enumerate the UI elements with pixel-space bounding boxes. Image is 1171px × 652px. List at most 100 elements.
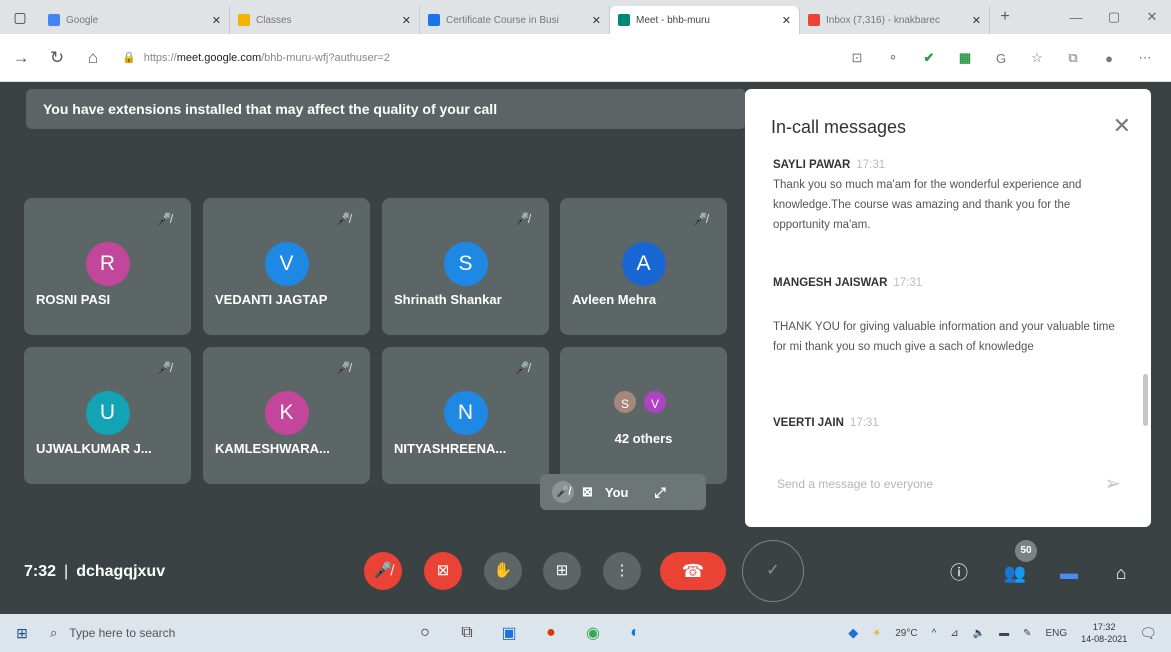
search-placeholder: Type here to search xyxy=(69,626,176,640)
notification-icon[interactable]: 🗨 xyxy=(1139,625,1157,642)
browser-toolbar: → ↻ ⌂ 🔒 https:// meet.google.com /bhb-mu… xyxy=(0,34,1171,82)
app-tray-icon[interactable]: ◆ xyxy=(848,625,858,641)
participant-tile[interactable]: 🎤̸ N NITYASHREENA... xyxy=(382,347,549,484)
chat-scrollbar[interactable] xyxy=(1143,374,1148,426)
close-icon[interactable]: ✕ xyxy=(402,14,411,27)
participant-tile[interactable]: 🎤̸ V VEDANTI JAGTAP xyxy=(203,198,370,335)
tab-certificate-course[interactable]: Certificate Course in Busi ✕ xyxy=(420,6,610,34)
participant-tile[interactable]: 🎤̸ R ROSNI PASI xyxy=(24,198,191,335)
chat-message: VEERTI JAIN 17:31 xyxy=(773,413,1118,433)
participant-name: Avleen Mehra xyxy=(572,292,657,307)
avatar: S xyxy=(443,242,488,286)
taskbar-search[interactable]: ⌕ Type here to search xyxy=(44,614,344,652)
close-icon[interactable]: ✕ xyxy=(1113,113,1131,139)
weather-icon[interactable]: ☀ xyxy=(872,628,881,639)
home-icon[interactable]: ⌂ xyxy=(78,48,108,68)
meeting-code: dchagqjxuv xyxy=(76,563,166,580)
camera-off-icon: ⊠ xyxy=(436,562,450,579)
send-icon[interactable]: ➢ xyxy=(1104,471,1121,496)
others-count: 42 others xyxy=(614,431,673,446)
leave-call-button[interactable]: ☎ xyxy=(660,552,726,590)
chat-message: MANGESH JAISWAR 17:31 xyxy=(773,273,1118,293)
mic-toggle-button[interactable]: 🎤̸ xyxy=(364,552,402,590)
chat-message: THANK YOU for giving valuable informatio… xyxy=(773,317,1118,357)
google-icon[interactable]: G xyxy=(983,51,1019,66)
volume-icon[interactable]: 🔈 xyxy=(973,628,985,639)
close-icon[interactable]: ✕ xyxy=(782,14,791,27)
camera-off-icon: ⊠ xyxy=(582,484,593,499)
new-tab-button[interactable]: + xyxy=(990,8,1020,26)
minimize-icon[interactable]: — xyxy=(1057,10,1095,25)
temperature[interactable]: 29°C xyxy=(895,628,917,639)
profile-icon[interactable]: ● xyxy=(1091,51,1127,66)
close-icon[interactable]: ✕ xyxy=(592,14,601,27)
battery-icon[interactable]: ▬ xyxy=(999,628,1009,639)
language-indicator[interactable]: ENG xyxy=(1046,628,1068,639)
checkmark-extension-icon[interactable]: ✔ xyxy=(911,50,947,66)
raise-hand-button[interactable]: ✋ xyxy=(484,552,522,590)
check-icon: ✓ xyxy=(766,562,780,579)
message-time: 17:31 xyxy=(893,277,923,289)
windows-start-icon[interactable]: ⊞ xyxy=(0,625,44,642)
tab-label: Inbox (7,316) - knakbarec xyxy=(826,14,940,26)
forward-arrow-icon[interactable]: → xyxy=(6,48,36,68)
zoom-icon[interactable]: ⚬ xyxy=(875,50,911,66)
close-icon[interactable]: ✕ xyxy=(212,14,221,27)
present-screen-button[interactable]: ⊞ xyxy=(543,552,581,590)
store-icon[interactable]: ▣ xyxy=(488,623,530,643)
participant-tile[interactable]: 🎤̸ U UJWALKUMAR J... xyxy=(24,347,191,484)
expand-icon[interactable]: ⤢ xyxy=(655,484,666,501)
participant-tile[interactable]: 🎤̸ K KAMLESHWARA... xyxy=(203,347,370,484)
cortana-icon[interactable]: ○ xyxy=(404,624,446,642)
network-icon[interactable]: ⊿ xyxy=(950,628,958,639)
camera-toggle-button[interactable]: ⊠ xyxy=(424,552,462,590)
address-bar[interactable]: 🔒 https:// meet.google.com /bhb-muru-wfj… xyxy=(122,43,602,73)
camera-blocked-icon[interactable]: ⊡ xyxy=(839,50,875,66)
participant-name: KAMLESHWARA... xyxy=(215,441,330,456)
chat-panel: In-call messages ✕ SAYLI PAWAR 17:31 Than… xyxy=(745,89,1151,527)
pen-icon[interactable]: ✎ xyxy=(1023,628,1031,639)
maximize-icon[interactable]: ▢ xyxy=(1095,9,1133,25)
sheets-extension-icon[interactable]: ▦ xyxy=(947,50,983,66)
menu-dots-icon[interactable]: ⋯ xyxy=(1127,50,1163,66)
ghost-check-button[interactable]: ✓ xyxy=(742,540,804,602)
meeting-info-button[interactable]: ⓘ xyxy=(944,558,974,588)
mic-muted-icon: 🎤̸ xyxy=(552,481,574,503)
chrome-icon[interactable]: ◉ xyxy=(572,623,614,643)
collections-icon[interactable]: ⧉ xyxy=(1055,50,1091,66)
tab-actions-icon[interactable]: ▢ xyxy=(0,0,40,34)
tab-google[interactable]: Google ✕ xyxy=(40,6,230,34)
message-input[interactable]: Send a message to everyone xyxy=(777,477,933,491)
office-icon[interactable]: ● xyxy=(530,624,572,642)
tab-classes[interactable]: Classes ✕ xyxy=(230,6,420,34)
extension-warning-banner: You have extensions installed that may a… xyxy=(26,89,746,129)
self-view-bar[interactable]: 🎤̸ ⊠ You ⤢ xyxy=(540,474,706,510)
more-options-button[interactable]: ⋮ xyxy=(603,552,641,590)
search-icon: ⌕ xyxy=(50,625,58,640)
favorites-icon[interactable]: ☆ xyxy=(1019,50,1055,66)
participant-name: ROSNI PASI xyxy=(36,292,111,307)
meet-favicon-icon xyxy=(618,14,630,26)
url-host: meet.google.com xyxy=(176,51,262,64)
participant-tile[interactable]: 🎤̸ A Avleen Mehra xyxy=(560,198,727,335)
tab-label: Google xyxy=(66,14,99,26)
clock[interactable]: 17:32 14-08-2021 xyxy=(1081,621,1127,645)
activities-button[interactable]: ⌂ xyxy=(1106,558,1136,588)
edge-icon[interactable]: ◐ xyxy=(614,624,656,642)
tab-meet[interactable]: Meet - bhb-muru ✕ xyxy=(610,6,800,34)
google-favicon-icon xyxy=(48,14,60,26)
reload-icon[interactable]: ↻ xyxy=(42,48,72,68)
self-label: You xyxy=(604,484,629,500)
task-view-icon[interactable]: ⧉ xyxy=(446,624,488,642)
close-icon[interactable]: ✕ xyxy=(972,14,981,27)
others-tile[interactable]: S V 42 others xyxy=(560,347,727,484)
window-close-icon[interactable]: ✕ xyxy=(1133,9,1171,25)
tab-gmail-inbox[interactable]: Inbox (7,316) - knakbarec ✕ xyxy=(800,6,990,34)
chat-button[interactable]: ▬ xyxy=(1054,558,1084,588)
avatar: S xyxy=(612,389,638,415)
chevron-up-icon[interactable]: ^ xyxy=(932,628,937,639)
participant-tile[interactable]: 🎤̸ S Shrinath Shankar xyxy=(382,198,549,335)
people-button[interactable]: 👥 xyxy=(1000,558,1030,588)
extension-icons: ⊡ ⚬ ✔ ▦ G ☆ ⧉ ● ⋯ xyxy=(839,34,1163,82)
chat-title: In-call messages xyxy=(771,117,907,137)
